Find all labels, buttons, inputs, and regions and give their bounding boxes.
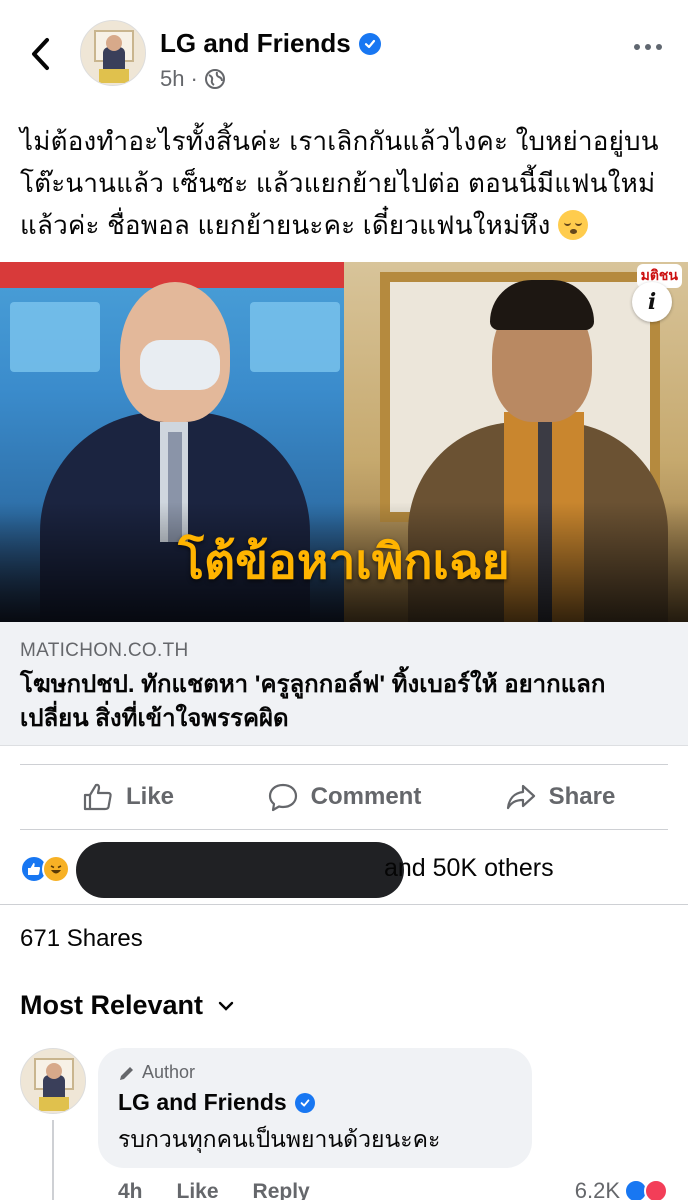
- kissing-face-icon: [557, 210, 588, 240]
- comment-label: Comment: [310, 783, 422, 810]
- comment-sort-dropdown[interactable]: Most Relevant: [20, 990, 235, 1021]
- post-meta: 5h ·: [160, 66, 226, 92]
- comment-text: รบกวนทุกคนเป็นพยานด้วยนะคะ: [118, 1126, 441, 1152]
- love-reaction-icon: [644, 1179, 668, 1200]
- page-name[interactable]: LG and Friends: [160, 28, 381, 59]
- info-icon[interactable]: i: [632, 282, 672, 322]
- sort-label: Most Relevant: [20, 990, 204, 1020]
- redacted-names: [76, 842, 404, 898]
- link-preview-image[interactable]: โต้ข้อหาเพิกเฉย มติชน i: [0, 262, 688, 622]
- post-action-bar: Like Comment Share: [20, 764, 668, 830]
- comment-like-button[interactable]: Like: [177, 1180, 219, 1200]
- divider: [0, 904, 688, 905]
- globe-icon: [204, 69, 225, 89]
- share-button[interactable]: Share: [452, 765, 668, 829]
- comment-reaction-number: 6.2K: [574, 1178, 620, 1200]
- meta-separator: ·: [190, 66, 198, 91]
- comment-reply-button[interactable]: Reply: [253, 1180, 310, 1200]
- haha-reaction-icon: [42, 855, 70, 883]
- reaction-others-count[interactable]: and 50K others: [384, 854, 554, 883]
- comment-bubble[interactable]: Author LG and Friends รบกวนทุกคนเป็นพยาน…: [98, 1048, 532, 1168]
- pencil-icon: [120, 1066, 133, 1080]
- comment-author-text[interactable]: LG and Friends: [118, 1089, 287, 1116]
- comment-time: 4h: [118, 1180, 143, 1200]
- like-button[interactable]: Like: [20, 765, 236, 829]
- author-badge-label: Author: [142, 1062, 196, 1082]
- post-header: LG and Friends 5h ·: [0, 0, 688, 108]
- comment-bubble-icon: [268, 783, 297, 812]
- shares-count[interactable]: 671 Shares: [20, 925, 143, 953]
- page-name-text[interactable]: LG and Friends: [160, 28, 351, 59]
- comment-avatar[interactable]: [20, 1048, 86, 1114]
- page-avatar[interactable]: [80, 20, 146, 86]
- share-arrow-icon: [506, 784, 535, 810]
- like-thumb-icon: [83, 783, 112, 811]
- verified-badge-icon: [358, 32, 381, 55]
- link-caption[interactable]: MATICHON.CO.TH โฆษกปชป. ทักแชตหา 'ครูลูก…: [0, 622, 688, 746]
- link-domain: MATICHON.CO.TH: [20, 640, 189, 661]
- post-time[interactable]: 5h: [160, 66, 184, 92]
- author-badge: Author: [118, 1062, 512, 1083]
- back-arrow-icon: [32, 38, 49, 70]
- comment-author-name[interactable]: LG and Friends: [118, 1089, 512, 1116]
- chevron-down-icon: [218, 1001, 234, 1011]
- more-options-icon[interactable]: [634, 44, 662, 50]
- verified-badge-icon: [294, 1092, 315, 1113]
- image-overlay-headline: โต้ข้อหาเพิกเฉย: [178, 536, 510, 589]
- comment-meta: 4h Like Reply: [118, 1180, 310, 1200]
- link-title[interactable]: โฆษกปชป. ทักแชตหา 'ครูลูกกอล์ฟ' ทิ้งเบอร…: [20, 668, 668, 736]
- comment-button[interactable]: Comment: [236, 765, 452, 829]
- share-label: Share: [548, 783, 616, 810]
- like-label: Like: [125, 783, 175, 810]
- thread-line: [52, 1120, 54, 1200]
- reactions-summary[interactable]: and 50K others: [20, 842, 688, 898]
- comment-reaction-count[interactable]: 6.2K: [575, 1178, 668, 1200]
- back-button[interactable]: [22, 34, 58, 74]
- post-text: ไม่ต้องทำอะไรทั้งสิ้นค่ะ เราเลิกกันแล้วไ…: [20, 120, 672, 246]
